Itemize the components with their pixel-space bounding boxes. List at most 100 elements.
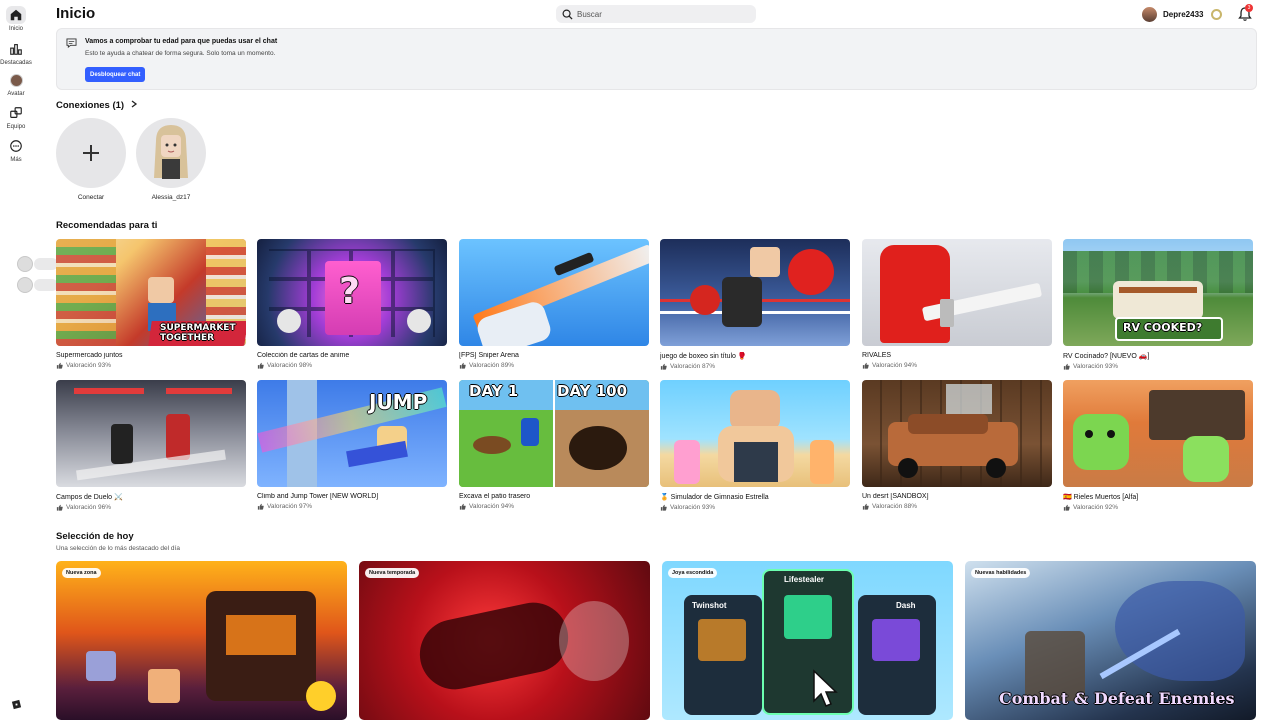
- game-card[interactable]: 🇪🇸 Rieles Muertos [Alfa] Valoración 92%: [1063, 380, 1253, 511]
- thumbs-up-icon: [257, 362, 264, 369]
- home-icon: [6, 6, 26, 24]
- more-icon: [6, 137, 26, 155]
- game-title[interactable]: juego de boxeo sin título 🥊: [660, 352, 850, 360]
- thumbs-up-icon: [862, 503, 869, 510]
- game-title[interactable]: [FPS] Sniper Arena: [459, 352, 649, 359]
- featured-game-card[interactable]: Twinshot Lifestealer Dash Joya escondida: [662, 561, 953, 720]
- mouse-cursor-icon: [813, 669, 838, 707]
- game-card[interactable]: 🏅 Simulador de Gimnasio Estrella Valorac…: [660, 380, 850, 511]
- game-card[interactable]: Campos de Duelo ⚔️ Valoración 96%: [56, 380, 246, 511]
- friend-bubble-tag: [34, 258, 58, 270]
- avatar-icon: [6, 71, 26, 89]
- game-rating: Valoración 89%: [459, 362, 649, 369]
- nav-label-charts: Destacadas: [0, 60, 32, 66]
- unlock-chat-button[interactable]: Desbloquear chat: [85, 67, 146, 82]
- pick-tag: Nueva zona: [62, 568, 101, 578]
- game-rating: Valoración 94%: [862, 362, 1052, 369]
- nav-item-party[interactable]: Equipo: [0, 104, 32, 130]
- today-subtitle: Una selección de lo más destacado del dí…: [56, 545, 180, 552]
- game-thumbnail[interactable]: [459, 239, 649, 346]
- nav-item-avatar[interactable]: Avatar: [0, 71, 32, 97]
- search-bar[interactable]: [556, 5, 756, 23]
- thumbs-up-icon: [660, 504, 667, 511]
- connect-label: Conectar: [77, 194, 105, 201]
- game-thumbnail[interactable]: [862, 239, 1052, 346]
- game-title[interactable]: RIVALES: [862, 352, 1052, 359]
- nav-item-charts[interactable]: Destacadas: [0, 40, 32, 66]
- game-title[interactable]: Un desrt [SANDBOX]: [862, 493, 1052, 500]
- ability-card-title: Twinshot: [692, 601, 727, 610]
- game-card[interactable]: [FPS] Sniper Arena Valoración 89%: [459, 239, 649, 369]
- game-thumbnail[interactable]: RV COOKED?: [1063, 239, 1253, 346]
- game-rating: Valoración 93%: [1063, 363, 1253, 370]
- thumbnail-overlay-text: JUMP: [369, 390, 428, 414]
- search-icon: [562, 9, 573, 20]
- recommended-title: Recomendadas para ti: [56, 220, 158, 231]
- game-title[interactable]: Colección de cartas de anime: [257, 352, 447, 359]
- connection-name[interactable]: Alessia_dz17: [136, 194, 206, 201]
- game-title[interactable]: 🇪🇸 Rieles Muertos [Alfa]: [1063, 493, 1253, 501]
- featured-game-card[interactable]: Combat & Defeat Enemies Nuevas habilidad…: [965, 561, 1256, 720]
- nav-item-home[interactable]: Inicio: [0, 6, 32, 32]
- game-title[interactable]: RV Cocinado? [NUEVO 🚗]: [1063, 352, 1253, 360]
- game-thumbnail[interactable]: [660, 239, 850, 346]
- search-input[interactable]: [577, 9, 737, 19]
- thumbs-up-icon: [1063, 363, 1070, 370]
- today-title: Selección de hoy: [56, 531, 134, 542]
- username[interactable]: Depre2433: [1163, 10, 1203, 19]
- left-navigation: Inicio Destacadas Avatar Equipo Más: [0, 0, 32, 720]
- connections-header[interactable]: Conexiones (1): [56, 100, 138, 111]
- chevron-right-icon[interactable]: [130, 100, 138, 108]
- banner-title: Vamos a comprobar tu edad para que pueda…: [85, 38, 278, 45]
- ability-card-title: Dash: [896, 601, 916, 610]
- game-rating: Valoración 92%: [1063, 504, 1253, 511]
- age-check-banner: Vamos a comprobar tu edad para que pueda…: [56, 28, 1257, 90]
- friend-bubble-tag: [34, 279, 58, 291]
- thumbnail-overlay-text: DAY 1: [469, 382, 519, 400]
- game-card[interactable]: SUPERMARKET TOGETHER Supermercado juntos …: [56, 239, 246, 369]
- game-title[interactable]: Excava el patio trasero: [459, 493, 649, 500]
- connection-avatar[interactable]: [136, 118, 206, 188]
- connect-button[interactable]: Conectar: [56, 118, 126, 201]
- add-connection-circle[interactable]: [56, 118, 126, 188]
- game-card[interactable]: Un desrt [SANDBOX] Valoración 88%: [862, 380, 1052, 510]
- game-thumbnail[interactable]: JUMP: [257, 380, 447, 487]
- user-menu[interactable]: Depre2433: [1142, 5, 1223, 23]
- nav-item-more[interactable]: Más: [0, 137, 32, 163]
- game-thumbnail[interactable]: DAY 1 DAY 100: [459, 380, 649, 487]
- game-thumbnail[interactable]: [862, 380, 1052, 487]
- friend-bubble-avatar[interactable]: [17, 277, 33, 293]
- game-thumbnail[interactable]: [56, 380, 246, 487]
- featured-game-card[interactable]: Nueva temporada: [359, 561, 650, 720]
- friend-bubble-avatar[interactable]: [17, 256, 33, 272]
- game-rating: Valoración 93%: [660, 504, 850, 511]
- game-title[interactable]: Climb and Jump Tower [NEW WORLD]: [257, 493, 447, 500]
- thumbs-up-icon: [862, 362, 869, 369]
- nav-label-avatar: Avatar: [7, 91, 25, 97]
- thumbnail-overlay-text: RV COOKED?: [1123, 321, 1203, 334]
- game-title[interactable]: Campos de Duelo ⚔️: [56, 493, 246, 501]
- game-card[interactable]: juego de boxeo sin título 🥊 Valoración 8…: [660, 239, 850, 370]
- game-title[interactable]: 🏅 Simulador de Gimnasio Estrella: [660, 493, 850, 501]
- game-thumbnail[interactable]: [660, 380, 850, 487]
- thumbs-up-icon: [257, 503, 264, 510]
- roblox-logo-icon[interactable]: [11, 699, 22, 710]
- game-card[interactable]: JUMP Climb and Jump Tower [NEW WORLD] Va…: [257, 380, 447, 510]
- user-avatar[interactable]: [1142, 6, 1157, 22]
- thumbs-up-icon: [56, 504, 63, 511]
- connections-title[interactable]: Conexiones (1): [56, 100, 124, 111]
- game-thumbnail[interactable]: ?: [257, 239, 447, 346]
- thumbnail-overlay-text: DAY 100: [557, 382, 628, 400]
- game-card[interactable]: ? Colección de cartas de anime Valoració…: [257, 239, 447, 369]
- thumbnail-overlay-text: Combat & Defeat Enemies: [999, 689, 1235, 708]
- game-thumbnail[interactable]: [1063, 380, 1253, 487]
- game-card[interactable]: RV COOKED? RV Cocinado? [NUEVO 🚗] Valora…: [1063, 239, 1253, 370]
- connection-item[interactable]: Alessia_dz17: [136, 118, 206, 201]
- game-title[interactable]: Supermercado juntos: [56, 352, 246, 359]
- game-card[interactable]: DAY 1 DAY 100 Excava el patio trasero Va…: [459, 380, 649, 510]
- thumbnail-overlay-text: SUPERMARKET TOGETHER: [160, 323, 236, 343]
- robux-icon[interactable]: [1211, 8, 1223, 20]
- game-card[interactable]: RIVALES Valoración 94%: [862, 239, 1052, 369]
- game-thumbnail[interactable]: SUPERMARKET TOGETHER: [56, 239, 246, 346]
- featured-game-card[interactable]: Nueva zona: [56, 561, 347, 720]
